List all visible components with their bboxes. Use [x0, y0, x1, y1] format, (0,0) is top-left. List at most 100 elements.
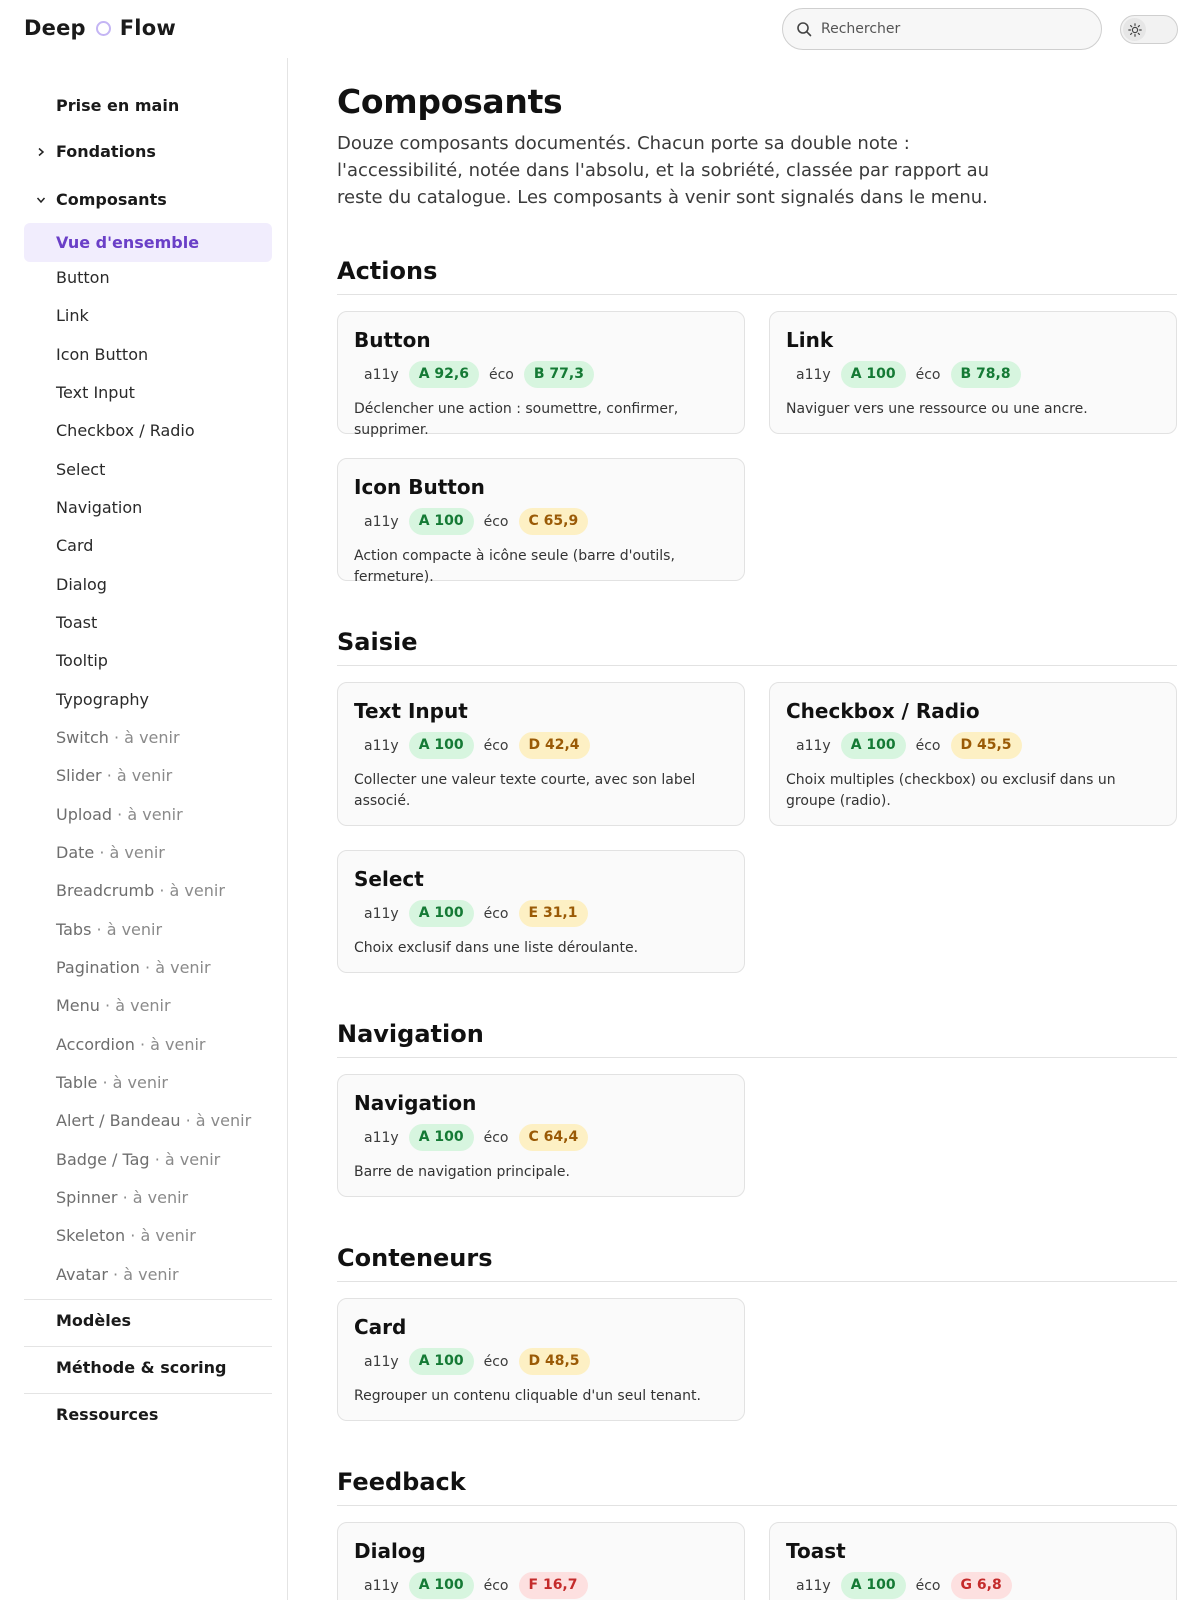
a11y-score-badge: A 100	[408, 1348, 474, 1375]
nav-item-button[interactable]: Button	[56, 268, 110, 287]
group-divider	[337, 665, 1177, 666]
logo[interactable]: Deep Flow	[24, 16, 176, 40]
component-card-text-input[interactable]: Text Input a11y A 100 éco D 42,4 Collect…	[337, 682, 745, 826]
nav-upcoming-label: Alert / Bandeau	[56, 1111, 181, 1130]
nav-item-typography[interactable]: Typography	[56, 690, 149, 709]
eco-score-badge: F 16,7	[518, 1572, 588, 1599]
nav-item-dialog[interactable]: Dialog	[56, 575, 107, 594]
component-card-icon-button[interactable]: Icon Button a11y A 100 éco C 65,9 Action…	[337, 458, 745, 585]
card-scores: a11y A 100 éco B 78,8	[786, 361, 1021, 388]
eco-label: éco	[483, 1353, 509, 1370]
search-input[interactable]	[821, 21, 1071, 37]
card-scores: a11y A 100 éco F 16,7	[354, 1572, 588, 1599]
nav-item-switch[interactable]: Switch · à venir	[56, 728, 180, 747]
nav-item-tooltip[interactable]: Tooltip	[56, 651, 108, 670]
nav-item-alert-bandeau[interactable]: Alert / Bandeau · à venir	[56, 1111, 251, 1130]
eco-score-badge: B 78,8	[950, 361, 1021, 388]
component-card-button[interactable]: Button a11y A 92,6 éco B 77,3 Déclencher…	[337, 311, 745, 438]
nav-item-tabs[interactable]: Tabs · à venir	[56, 920, 162, 939]
a11y-label: a11y	[796, 366, 831, 383]
card-description: Naviguer vers une ressource ou une ancre…	[786, 401, 1088, 417]
nav-item-accordion[interactable]: Accordion · à venir	[56, 1035, 206, 1054]
component-card-dialog[interactable]: Dialog a11y A 100 éco F 16,7	[337, 1522, 745, 1600]
upcoming-suffix: · à venir	[159, 881, 225, 900]
eco-score-badge: C 64,4	[518, 1124, 589, 1151]
card-scores: a11y A 100 éco D 45,5	[786, 732, 1022, 759]
nav-item-pagination[interactable]: Pagination · à venir	[56, 958, 211, 977]
theme-knob	[1123, 18, 1146, 41]
nav-item-slider[interactable]: Slider · à venir	[56, 766, 172, 785]
nav-item-breadcrumb[interactable]: Breadcrumb · à venir	[56, 881, 225, 900]
nav-ressources[interactable]: Ressources	[56, 1405, 158, 1424]
eco-score-badge: C 65,9	[518, 508, 589, 535]
chevron-down-icon[interactable]	[36, 195, 46, 205]
nav-item-badge-tag[interactable]: Badge / Tag · à venir	[56, 1150, 220, 1169]
component-card-checkbox-radio[interactable]: Checkbox / Radio a11y A 100 éco D 45,5 C…	[769, 682, 1177, 826]
component-card-toast[interactable]: Toast a11y A 100 éco G 6,8	[769, 1522, 1177, 1600]
search-icon	[797, 22, 812, 37]
a11y-score-badge: A 92,6	[408, 361, 479, 388]
card-scores: a11y A 100 éco D 42,4	[354, 732, 590, 759]
nav-upcoming-label: Accordion	[56, 1035, 135, 1054]
group-title-navigation: Navigation	[337, 1020, 484, 1048]
nav-fondations[interactable]: Fondations	[56, 142, 156, 161]
card-title: Text Input	[354, 699, 468, 723]
nav-item-toast[interactable]: Toast	[56, 613, 97, 632]
nav-item-avatar[interactable]: Avatar · à venir	[56, 1265, 179, 1284]
eco-label: éco	[483, 1577, 509, 1594]
card-description: Barre de navigation principale.	[354, 1164, 570, 1180]
nav-item-checkbox-radio[interactable]: Checkbox / Radio	[56, 421, 195, 440]
eco-label: éco	[915, 366, 941, 383]
card-title: Toast	[786, 1539, 846, 1563]
upcoming-suffix: · à venir	[105, 996, 171, 1015]
nav-composants[interactable]: Composants	[56, 190, 167, 209]
component-card-link[interactable]: Link a11y A 100 éco B 78,8 Naviguer vers…	[769, 311, 1177, 434]
upcoming-suffix: · à venir	[106, 766, 173, 785]
nav-item-date[interactable]: Date · à venir	[56, 843, 165, 862]
component-card-navigation[interactable]: Navigation a11y A 100 éco C 64,4 Barre d…	[337, 1074, 745, 1197]
nav-prise-en-main[interactable]: Prise en main	[56, 96, 179, 115]
nav-item-skeleton[interactable]: Skeleton · à venir	[56, 1226, 196, 1245]
a11y-label: a11y	[796, 737, 831, 754]
upcoming-suffix: · à venir	[113, 1265, 179, 1284]
eco-score-badge: B 77,3	[523, 361, 594, 388]
a11y-score-badge: A 100	[840, 732, 906, 759]
card-title: Select	[354, 867, 424, 891]
eco-score-badge: D 42,4	[518, 732, 590, 759]
nav-item-link[interactable]: Link	[56, 306, 89, 325]
search-box[interactable]	[782, 8, 1102, 50]
eco-label: éco	[483, 1129, 509, 1146]
card-scores: a11y A 100 éco C 65,9	[354, 508, 589, 535]
theme-toggle[interactable]	[1120, 15, 1178, 44]
card-description: Déclencher une action : soumettre, confi…	[354, 401, 679, 438]
logo-text-left: Deep	[24, 16, 86, 40]
component-card-select[interactable]: Select a11y A 100 éco E 31,1 Choix exclu…	[337, 850, 745, 973]
page-title: Composants	[337, 82, 563, 121]
nav-methode-scoring[interactable]: Méthode & scoring	[56, 1358, 226, 1377]
component-card-card[interactable]: Card a11y A 100 éco D 48,5 Regrouper un …	[337, 1298, 745, 1421]
page-intro: Douze composants documentés. Chacun port…	[337, 133, 990, 208]
nav-item-menu[interactable]: Menu · à venir	[56, 996, 171, 1015]
card-title: Link	[786, 328, 834, 352]
a11y-score-badge: A 100	[840, 361, 906, 388]
nav-item-table[interactable]: Table · à venir	[56, 1073, 168, 1092]
nav-item-icon-button[interactable]: Icon Button	[56, 345, 148, 364]
nav-modeles[interactable]: Modèles	[56, 1311, 131, 1330]
nav-upcoming-label: Switch	[56, 728, 109, 747]
upcoming-suffix: · à venir	[96, 920, 163, 939]
top-header: Deep Flow	[0, 0, 1200, 58]
nav-item-card[interactable]: Card	[56, 536, 93, 555]
eco-label: éco	[483, 737, 509, 754]
nav-vue-ensemble[interactable]: Vue d'ensemble	[24, 223, 272, 262]
chevron-right-icon[interactable]	[36, 147, 46, 157]
nav-upcoming-label: Spinner	[56, 1188, 118, 1207]
nav-divider	[24, 1299, 272, 1300]
nav-item-spinner[interactable]: Spinner · à venir	[56, 1188, 188, 1207]
nav-item-select[interactable]: Select	[56, 460, 105, 479]
nav-item-upload[interactable]: Upload · à venir	[56, 805, 183, 824]
nav-item-navigation[interactable]: Navigation	[56, 498, 142, 517]
eco-label: éco	[488, 366, 514, 383]
logo-text-right: Flow	[119, 16, 176, 40]
nav-item-text-input[interactable]: Text Input	[56, 383, 135, 402]
nav-upcoming-label: Slider	[56, 766, 102, 785]
